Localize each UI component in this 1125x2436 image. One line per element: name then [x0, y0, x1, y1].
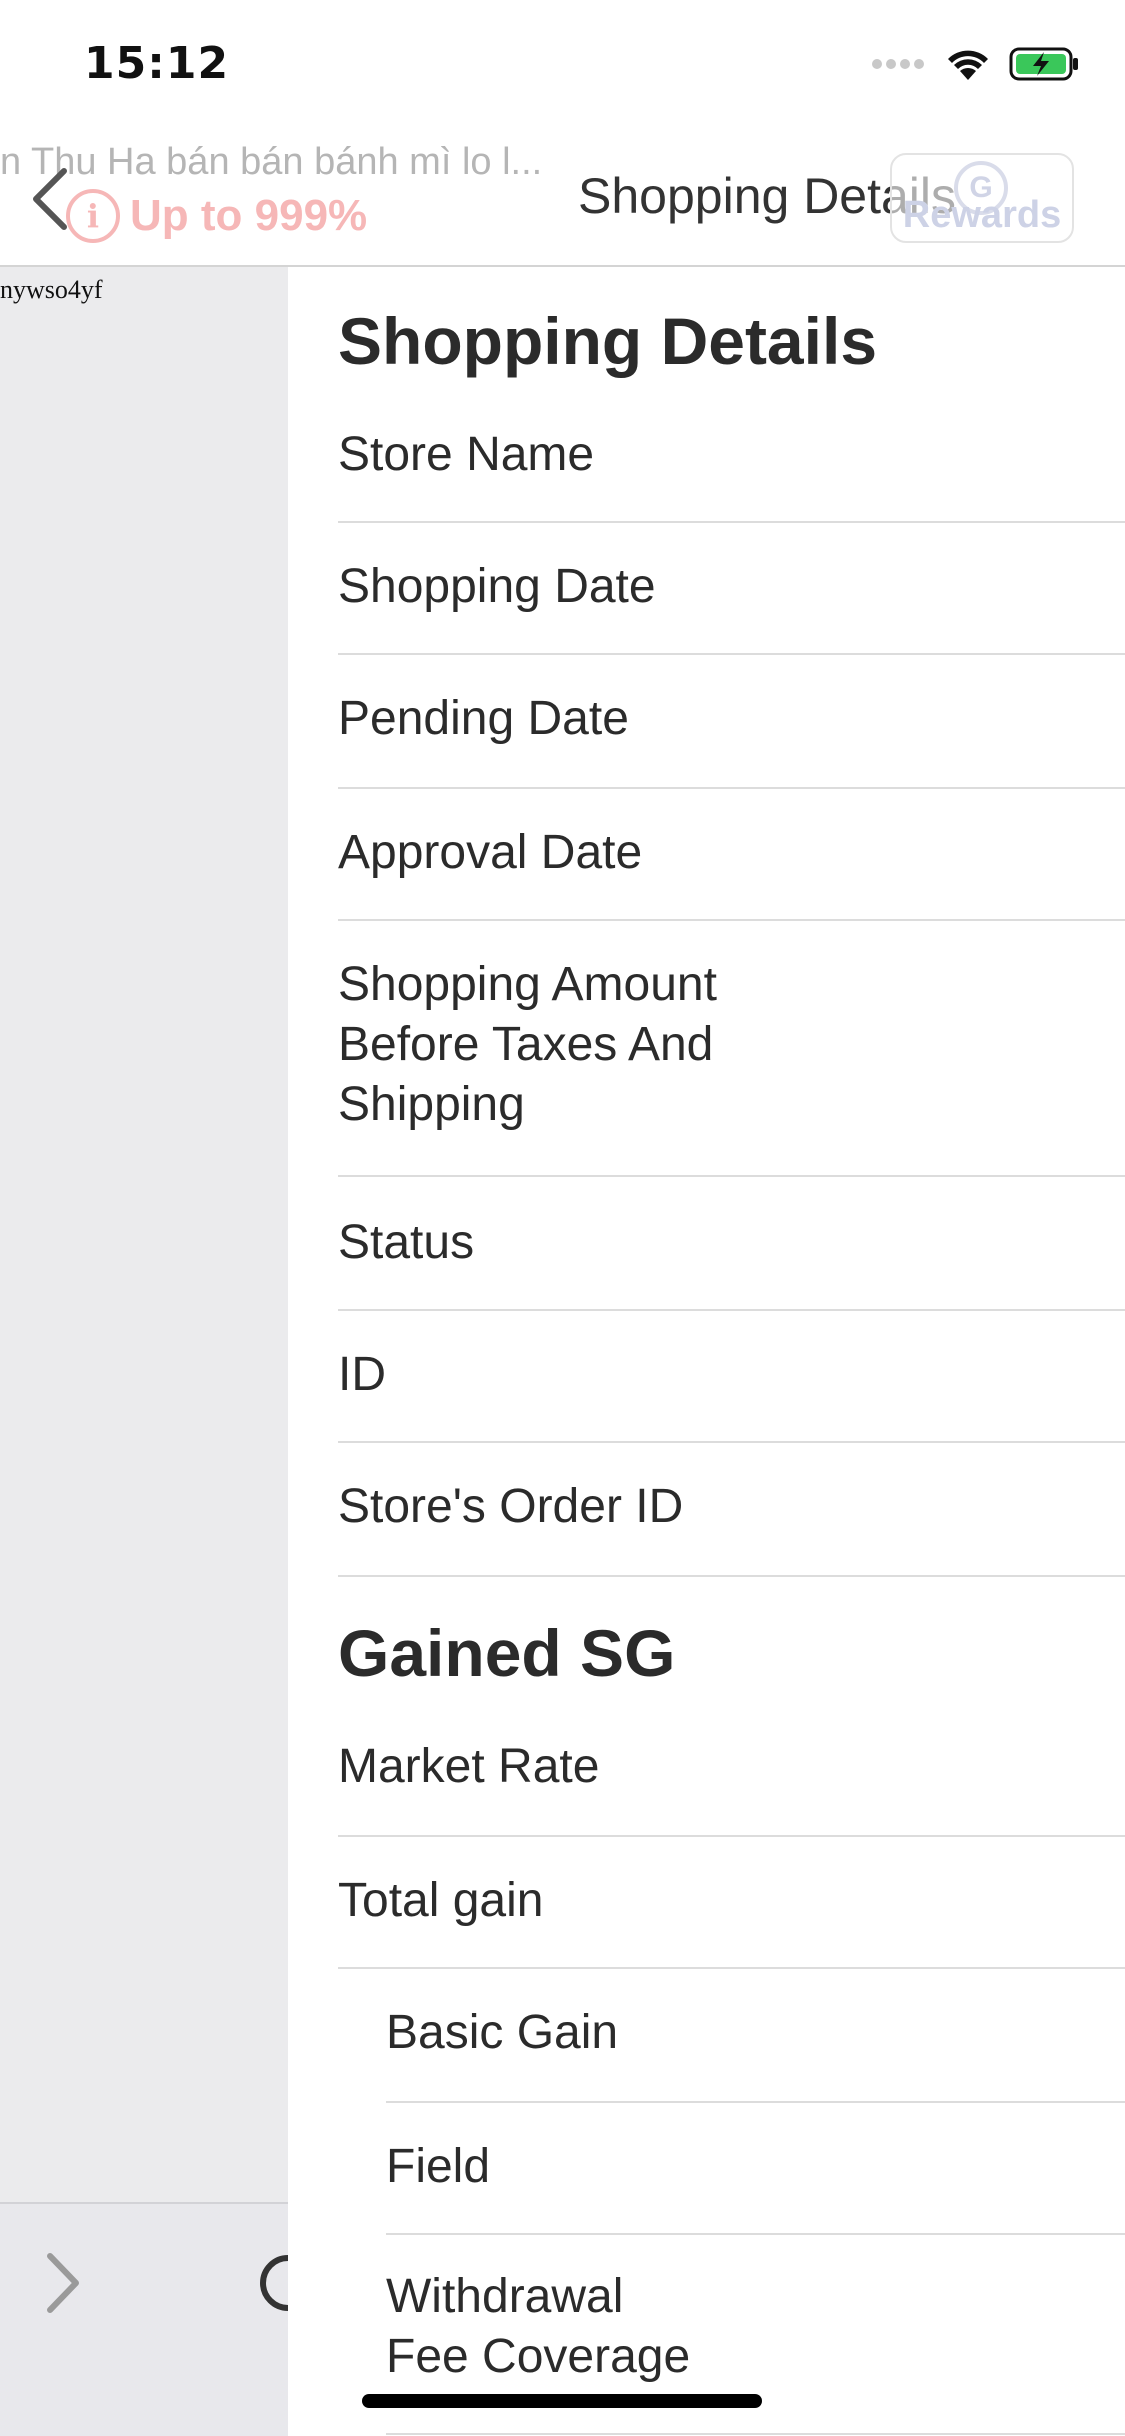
- status-bar: 15:12: [0, 0, 1125, 135]
- detail-label-line-2: Fee Coverage: [386, 2330, 691, 2383]
- gained-sg-heading: Gained SG: [338, 1616, 676, 1690]
- screen: 15:12 n Thu Ha bán bán bánh mì lo l... i…: [0, 0, 1125, 2436]
- shopping-details-heading: Shopping Details: [338, 304, 878, 378]
- detail-row-store-name: Store Name: [338, 389, 1125, 523]
- detail-row-store-order-id: Store's Order ID: [338, 1443, 1125, 1577]
- detail-row-pending-date: Pending Date: [338, 655, 1125, 789]
- detail-row-market-rate: Market Rate: [338, 1705, 1125, 1837]
- detail-label: ID: [338, 1348, 386, 1401]
- info-icon: i: [66, 189, 120, 243]
- detail-row-shopping-amount: Shopping Amount Before Taxes And Shippin…: [338, 921, 1125, 1177]
- detail-label: Store's Order ID: [338, 1480, 684, 1533]
- shopping-details-panel: Shopping Details Store Name Shopping Dat…: [288, 267, 1125, 2436]
- detail-row-total-gain: Total gain: [338, 1837, 1125, 1969]
- detail-label: Approval Date: [338, 826, 643, 879]
- navigation-bar: n Thu Ha bán bán bánh mì lo l... i Up to…: [0, 135, 1125, 267]
- background-promo: i Up to 999%: [66, 189, 367, 243]
- background-browser-toolbar: [0, 2202, 291, 2436]
- detail-label: Market Rate: [338, 1740, 600, 1793]
- forward-button[interactable]: [38, 2248, 88, 2318]
- rewards-button[interactable]: G Rewards: [890, 153, 1074, 243]
- detail-row-field: Field: [386, 2103, 1125, 2235]
- detail-label-line-1: Withdrawal: [386, 2270, 624, 2323]
- background-webview: nywso4yf: [0, 267, 288, 2202]
- detail-label: Status: [338, 1216, 475, 1269]
- detail-label-line-3: Shipping: [338, 1078, 525, 1131]
- promo-text: Up to 999%: [130, 191, 368, 240]
- detail-label: Total gain: [338, 1874, 544, 1927]
- detail-row-shopping-date: Shopping Date: [338, 523, 1125, 655]
- battery-charging-icon: [1009, 47, 1078, 81]
- detail-label: Shopping Date: [338, 560, 656, 613]
- detail-label: Store Name: [338, 428, 595, 481]
- wifi-icon: [948, 50, 988, 80]
- detail-label-line-1: Shopping Amount: [338, 958, 717, 1011]
- status-icons: [871, 46, 1081, 82]
- home-indicator[interactable]: [362, 2394, 762, 2408]
- cellular-signal-icon: [872, 59, 924, 69]
- detail-row-basic-gain: Basic Gain: [386, 1969, 1125, 2103]
- detail-row-status: Status: [338, 1177, 1125, 1311]
- detail-label: Pending Date: [338, 692, 629, 745]
- background-webview-text: nywso4yf: [0, 275, 103, 304]
- detail-label: Field: [386, 2140, 491, 2193]
- detail-label-line-2: Before Taxes And: [338, 1018, 714, 1071]
- status-time: 15:12: [84, 38, 230, 89]
- chevron-right-icon: [47, 2253, 79, 2313]
- detail-row-id: ID: [338, 1311, 1125, 1443]
- rewards-label: Rewards: [902, 194, 1062, 236]
- detail-row-approval-date: Approval Date: [338, 789, 1125, 921]
- detail-label: Basic Gain: [386, 2006, 619, 2059]
- background-store-title: n Thu Ha bán bán bánh mì lo l...: [0, 141, 543, 183]
